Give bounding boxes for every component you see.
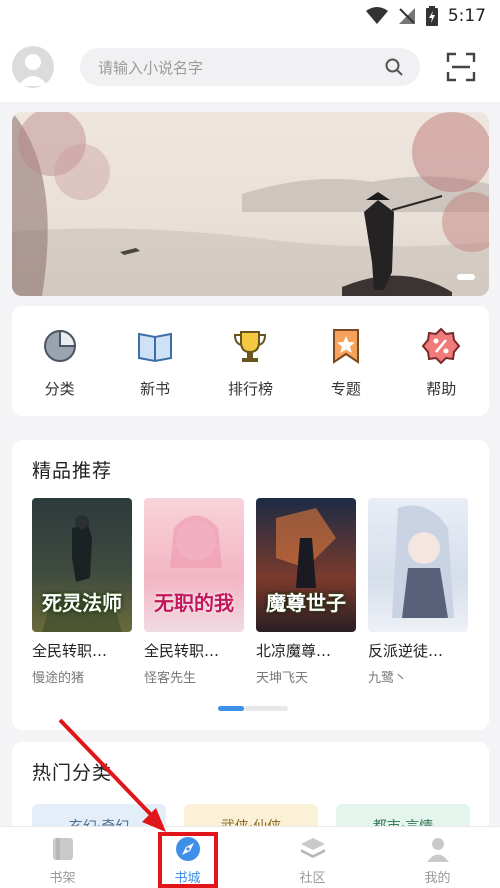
book-author: 九鹭丶 (368, 671, 408, 686)
status-bar: 5:17 (0, 0, 500, 34)
section-title: 精品推荐 (32, 460, 113, 482)
nav-label: 帮助 (426, 380, 457, 398)
book-title: 北凉魔尊… (256, 642, 332, 660)
recommend-section: 精品推荐 死灵法师 全民转职… 慢途的猪 无职的我 全民转职… 怪客先生 魔尊世… (12, 440, 489, 730)
nav-item-help[interactable]: 帮助 (401, 326, 481, 416)
page-indicator-active (218, 706, 244, 711)
user-icon (426, 838, 449, 862)
help-badge-icon (421, 327, 461, 365)
layers-icon (300, 838, 325, 858)
bookshelf-icon (52, 838, 73, 860)
book-card[interactable]: 无职的我 全民转职… 怪客先生 (144, 498, 244, 686)
book-author: 怪客先生 (144, 671, 197, 686)
nav-label: 新书 (140, 380, 171, 398)
search-placeholder: 请输入小说名字 (98, 59, 204, 77)
book-author: 慢途的猪 (32, 671, 85, 686)
tab-label: 社区 (299, 871, 326, 886)
book-title: 全民转职… (144, 642, 220, 660)
banner-image (12, 112, 489, 296)
banner-carousel[interactable] (12, 112, 489, 296)
tab-label: 我的 (424, 871, 451, 886)
battery-charging-icon (425, 6, 438, 26)
annotation-highlight-box (158, 832, 218, 888)
status-icons: 5:17 (365, 6, 486, 26)
book-card[interactable]: 魔尊世子 北凉魔尊… 天坤飞天 (256, 498, 356, 686)
search-input[interactable]: 请输入小说名字 (80, 48, 420, 86)
status-time: 5:17 (447, 6, 486, 26)
tab-profile[interactable]: 我的 (398, 827, 478, 888)
quick-nav: 分类 新书 排行榜 专题 帮助 (12, 306, 489, 416)
trophy-icon (234, 331, 267, 362)
cover-title: 死灵法师 (42, 591, 122, 615)
page-indicator (218, 706, 288, 711)
tab-bookshelf[interactable]: 书架 (23, 827, 103, 888)
banner-indicator (457, 274, 475, 280)
category-pie-icon (43, 329, 76, 362)
book-cover: 魔尊世子 (256, 498, 356, 632)
nav-label: 排行榜 (227, 380, 273, 398)
default-avatar-icon (18, 54, 48, 86)
book-title: 全民转职… (32, 642, 108, 660)
cover-title: 魔尊世子 (266, 591, 346, 615)
book-card[interactable]: 死灵法师 全民转职… 慢途的猪 (32, 498, 132, 686)
no-signal-icon (398, 8, 415, 24)
tab-community[interactable]: 社区 (273, 827, 353, 888)
tab-label: 书架 (49, 871, 76, 886)
nav-label: 分类 (44, 380, 75, 398)
scan-icon[interactable] (446, 52, 476, 82)
book-cover (368, 498, 468, 632)
nav-item-ranking[interactable]: 排行榜 (210, 326, 290, 416)
nav-item-new-books[interactable]: 新书 (115, 326, 195, 416)
book-author: 天坤飞天 (256, 671, 309, 686)
search-icon[interactable] (384, 57, 404, 77)
avatar[interactable] (12, 46, 54, 88)
nav-item-category[interactable]: 分类 (20, 326, 100, 416)
nav-item-topics[interactable]: 专题 (306, 326, 386, 416)
book-card[interactable]: 反派逆徒… 九鹭丶 (368, 498, 468, 686)
cover-title: 无职的我 (154, 591, 234, 615)
nav-label: 专题 (330, 380, 361, 398)
top-bar: 请输入小说名字 (0, 34, 500, 102)
book-cover: 死灵法师 (32, 498, 132, 632)
section-title: 热门分类 (32, 762, 113, 784)
book-cover: 无职的我 (144, 498, 244, 632)
bottom-tab-bar: 书架 书城 社区 我的 (0, 826, 500, 888)
bookmark-star-icon (332, 329, 359, 364)
book-title: 反派逆徒… (368, 642, 444, 660)
wifi-icon (365, 7, 388, 24)
book-open-icon (138, 332, 173, 363)
cover-art (392, 505, 454, 618)
book-list: 死灵法师 全民转职… 慢途的猪 无职的我 全民转职… 怪客先生 魔尊世子 北凉魔… (32, 498, 468, 686)
